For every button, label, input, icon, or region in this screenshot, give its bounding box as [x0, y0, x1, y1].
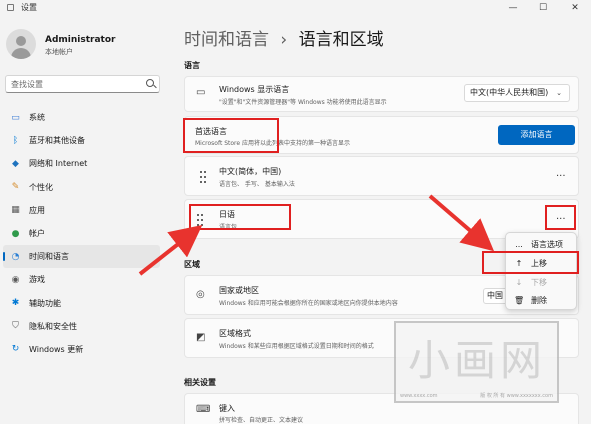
- arrow-to-japanese: [138, 225, 203, 276]
- watermark: 小画网 www.xxxx.com 版 权 所 有 www.xxxxxxx.com: [394, 321, 559, 403]
- arrow-to-move-up: [428, 194, 495, 252]
- watermark-text: 小画网: [408, 336, 547, 385]
- watermark-url-left: www.xxxx.com: [400, 393, 438, 399]
- watermark-url-right: 版 权 所 有 www.xxxxxxx.com: [480, 393, 553, 399]
